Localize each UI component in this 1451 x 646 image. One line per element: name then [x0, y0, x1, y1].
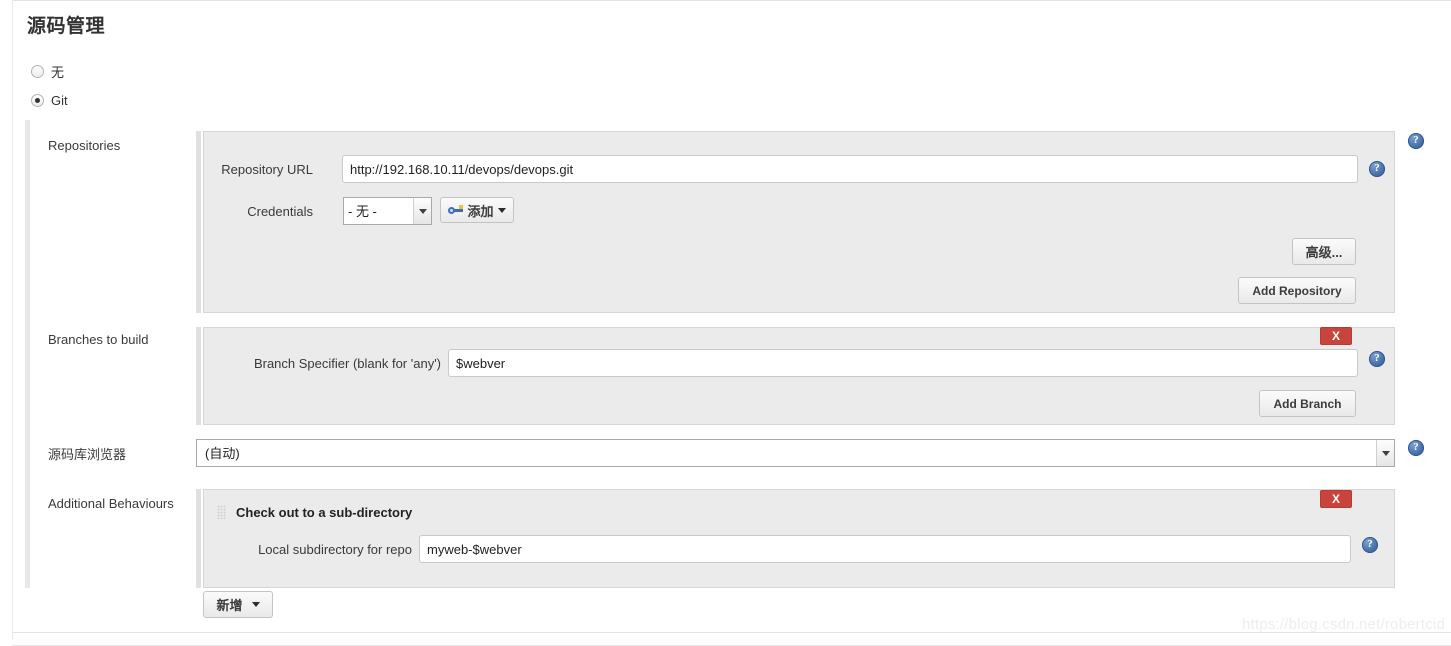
branch-specifier-help-icon[interactable]: ?	[1369, 351, 1385, 367]
watermark: https://blog.csdn.net/robertcid	[1242, 616, 1445, 633]
page-title: 源码管理	[27, 16, 106, 37]
caret-down-icon-2	[251, 602, 260, 607]
scm-option-none-label: 无	[51, 65, 65, 80]
form-left-accent-bar	[25, 120, 30, 588]
add-behaviour-button[interactable]: 新增	[203, 591, 273, 618]
local-subdirectory-label: Local subdirectory for repo	[258, 542, 412, 557]
add-repository-label: Add Repository	[1252, 283, 1342, 298]
additional-behaviours-spine	[196, 489, 201, 588]
repository-url-help-icon[interactable]: ?	[1369, 161, 1385, 177]
add-branch-button[interactable]: Add Branch	[1259, 390, 1356, 417]
add-credentials-label: 添加	[467, 203, 494, 219]
delete-behaviour-label: X	[1331, 492, 1340, 506]
branch-specifier-input[interactable]	[448, 349, 1358, 377]
credentials-select-wrap[interactable]: - 无 -	[343, 197, 432, 225]
local-subdirectory-input[interactable]	[419, 535, 1351, 563]
repository-url-input[interactable]	[342, 155, 1358, 183]
local-subdirectory-help-icon[interactable]: ?	[1362, 537, 1378, 553]
scm-configuration-page: 源码管理 无 Git Repositories Repository URL ?…	[0, 0, 1451, 646]
scm-option-none[interactable]: 无	[31, 62, 64, 81]
bottom-divider	[12, 632, 1451, 633]
credentials-label: Credentials	[247, 204, 313, 219]
left-divider	[12, 0, 13, 640]
add-credentials-button[interactable]: 添加	[440, 197, 514, 223]
repository-url-label: Repository URL	[221, 162, 313, 177]
add-repository-button[interactable]: Add Repository	[1238, 277, 1356, 304]
repo-browser-select[interactable]: (自动)	[196, 439, 1395, 467]
repo-browser-label: 源码库浏览器	[48, 447, 127, 462]
drag-grip-icon[interactable]	[217, 505, 226, 519]
advanced-button[interactable]: 高级...	[1292, 238, 1356, 265]
add-behaviour-label: 新增	[216, 598, 243, 613]
delete-branch-label: X	[1331, 329, 1340, 343]
key-icon	[448, 204, 464, 216]
repo-browser-help-icon[interactable]: ?	[1408, 440, 1424, 456]
delete-branch-button[interactable]: X	[1320, 327, 1352, 345]
repositories-help-icon[interactable]: ?	[1408, 133, 1424, 149]
repo-browser-select-wrap[interactable]: (自动)	[196, 439, 1395, 467]
behaviour-title: Check out to a sub-directory	[236, 505, 413, 520]
repositories-spine	[196, 131, 201, 313]
branches-spine	[196, 327, 201, 425]
credentials-select[interactable]: - 无 -	[343, 197, 432, 225]
scm-option-git-label: Git	[51, 93, 68, 108]
add-branch-label: Add Branch	[1273, 396, 1342, 411]
branch-specifier-label: Branch Specifier (blank for 'any')	[253, 356, 441, 371]
radio-none[interactable]	[31, 65, 44, 78]
caret-down-icon	[497, 207, 506, 213]
additional-behaviours-label: Additional Behaviours	[48, 496, 174, 511]
repositories-label: Repositories	[48, 138, 121, 153]
advanced-label: 高级...	[1305, 245, 1343, 260]
delete-behaviour-button[interactable]: X	[1320, 490, 1352, 508]
branches-label: Branches to build	[48, 332, 149, 347]
radio-git[interactable]	[31, 94, 44, 107]
scm-option-git[interactable]: Git	[31, 93, 68, 108]
top-divider	[12, 0, 1451, 1]
